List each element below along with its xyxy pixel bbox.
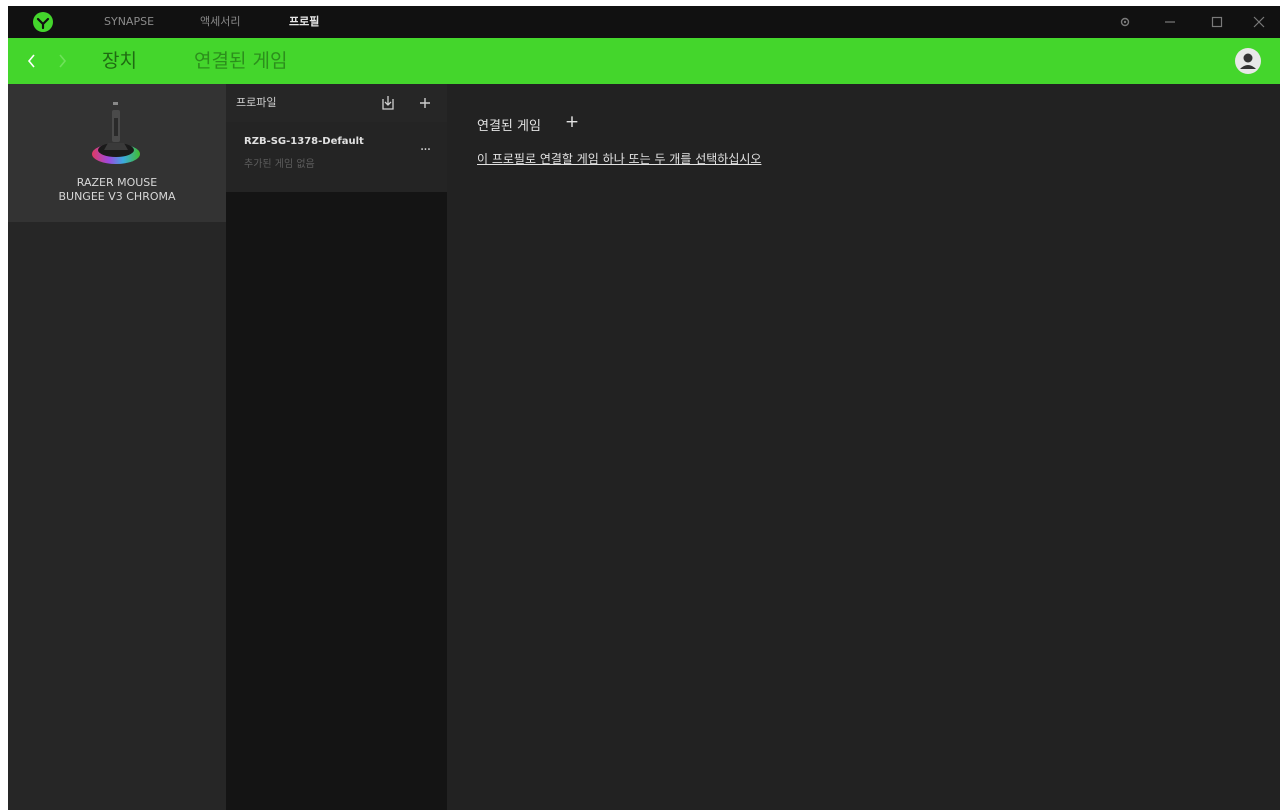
device-name-line2: BUNGEE V3 CHROMA xyxy=(58,190,176,203)
settings-gear-icon[interactable] xyxy=(1110,6,1140,38)
topnav-profile[interactable]: 프로필 xyxy=(289,6,319,38)
select-games-link[interactable]: 이 프로필로 연결할 게임 하나 또는 두 개를 선택하십시오 xyxy=(477,150,761,167)
forward-arrow-icon[interactable] xyxy=(52,38,72,84)
close-icon[interactable] xyxy=(1244,6,1274,38)
profile-panel: 프로파일 RZB-SG-1378-Default 추가된 게임 없음 ··· xyxy=(226,84,447,810)
profile-panel-header: 프로파일 xyxy=(226,84,447,122)
import-profile-icon[interactable] xyxy=(378,93,398,113)
device-sidebar: RAZER MOUSE BUNGEE V3 CHROMA xyxy=(8,84,226,810)
add-game-button[interactable]: + xyxy=(563,111,581,133)
profile-subtitle: 추가된 게임 없음 xyxy=(244,159,315,170)
device-card[interactable]: RAZER MOUSE BUNGEE V3 CHROMA xyxy=(8,84,226,222)
profile-list-item[interactable]: RZB-SG-1378-Default 추가된 게임 없음 ··· xyxy=(226,122,447,192)
more-options-icon[interactable]: ··· xyxy=(415,143,435,160)
razer-logo-icon[interactable] xyxy=(32,11,54,33)
profile-panel-title: 프로파일 xyxy=(236,96,277,109)
mouse-bungee-image xyxy=(92,102,140,164)
topnav-accessories[interactable]: 액세서리 xyxy=(200,6,240,38)
linked-games-heading: 연결된 게임 xyxy=(477,119,541,134)
profile-name: RZB-SG-1378-Default xyxy=(244,136,364,147)
add-profile-icon[interactable] xyxy=(415,93,435,113)
minimize-icon[interactable] xyxy=(1155,6,1185,38)
device-name-line1: RAZER MOUSE xyxy=(76,176,158,189)
title-bar: SYNAPSE 액세서리 프로필 xyxy=(8,6,1280,38)
main-content: 연결된 게임 + 이 프로필로 연결할 게임 하나 또는 두 개를 선택하십시오 xyxy=(447,84,1280,810)
back-arrow-icon[interactable] xyxy=(22,38,42,84)
maximize-icon[interactable] xyxy=(1202,6,1232,38)
tab-linked-games[interactable]: 연결된 게임 xyxy=(194,38,287,84)
tab-devices[interactable]: 장치 xyxy=(102,38,137,84)
user-avatar-icon[interactable] xyxy=(1234,47,1262,75)
app-window: SYNAPSE 액세서리 프로필 장치 연결된 게임 RAZER MOUSE B… xyxy=(8,6,1280,810)
topnav-synapse[interactable]: SYNAPSE xyxy=(104,6,154,38)
header-bar: 장치 연결된 게임 xyxy=(8,38,1280,84)
